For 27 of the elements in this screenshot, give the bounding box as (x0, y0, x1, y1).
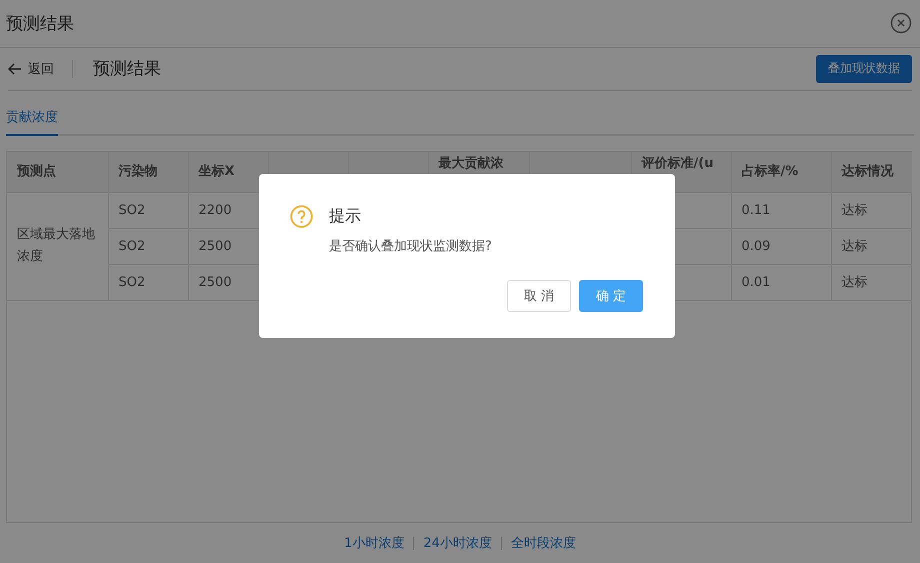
table-cell: SO2 (108, 192, 188, 228)
confirm-button[interactable]: 确 定 (579, 280, 643, 312)
dialog-title: 提示 (329, 206, 361, 227)
concentration-link[interactable]: 24小时浓度 (413, 536, 501, 550)
column-header: 达标情况 (831, 152, 912, 192)
column-header: 占标率/% (731, 152, 831, 192)
question-icon (290, 205, 313, 228)
back-link[interactable]: 返回 (8, 60, 73, 78)
table-cell: 0.09 (731, 228, 831, 264)
window-title: 预测结果 (6, 12, 74, 35)
table-cell: 0.01 (731, 264, 831, 300)
dialog-message: 是否确认叠加现状监测数据? (329, 238, 493, 255)
cancel-button[interactable]: 取 消 (507, 280, 571, 312)
overlay-data-button[interactable]: 叠加现状数据 (816, 54, 912, 83)
concentration-link[interactable]: 1小时浓度 (335, 536, 414, 550)
column-header: 坐标X (188, 152, 268, 192)
page-title: 预测结果 (93, 58, 162, 80)
close-icon[interactable] (890, 12, 912, 34)
table-cell: 区域最大落地浓度 (7, 192, 108, 300)
column-header: 预测点 (7, 152, 108, 192)
table-cell: SO2 (108, 228, 188, 264)
tab[interactable]: 贡献浓度 (6, 108, 58, 136)
table-cell: SO2 (108, 264, 188, 300)
column-header: 污染物 (108, 152, 188, 192)
table-cell: 0.11 (731, 192, 831, 228)
left-arrow-icon (8, 62, 22, 75)
concentration-link[interactable]: 全时段浓度 (500, 536, 585, 550)
